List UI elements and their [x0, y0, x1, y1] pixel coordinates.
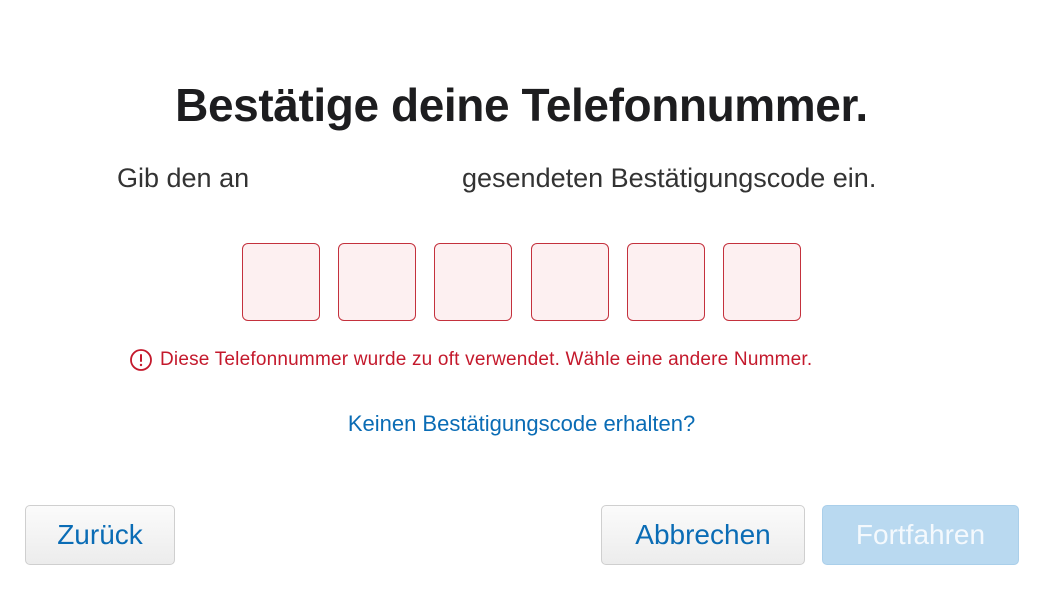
- code-digit-1[interactable]: [242, 243, 320, 321]
- back-button[interactable]: Zurück: [25, 505, 175, 565]
- exclamation-circle-icon: [129, 348, 153, 372]
- cancel-button[interactable]: Abbrechen: [601, 505, 805, 565]
- error-text: Diese Telefonnummer wurde zu oft verwend…: [160, 349, 813, 370]
- code-digit-4[interactable]: [531, 243, 609, 321]
- code-digit-3[interactable]: [434, 243, 512, 321]
- continue-button[interactable]: Fortfahren: [822, 505, 1019, 565]
- error-message: Diese Telefonnummer wurde zu oft verwend…: [129, 347, 812, 373]
- page-title: Bestätige deine Telefonnummer.: [175, 79, 868, 131]
- instruction-text-after: gesendeten Bestätigungscode ein.: [462, 163, 877, 193]
- instruction-text: Gib den an gesendeten Bestätigungscode e…: [0, 163, 1060, 197]
- instruction-text-before: Gib den an: [117, 163, 250, 193]
- code-digit-6[interactable]: [723, 243, 801, 321]
- code-digit-2[interactable]: [338, 243, 416, 321]
- no-code-received-link[interactable]: Keinen Bestätigungscode erhalten?: [0, 411, 1043, 437]
- code-digit-5[interactable]: [627, 243, 705, 321]
